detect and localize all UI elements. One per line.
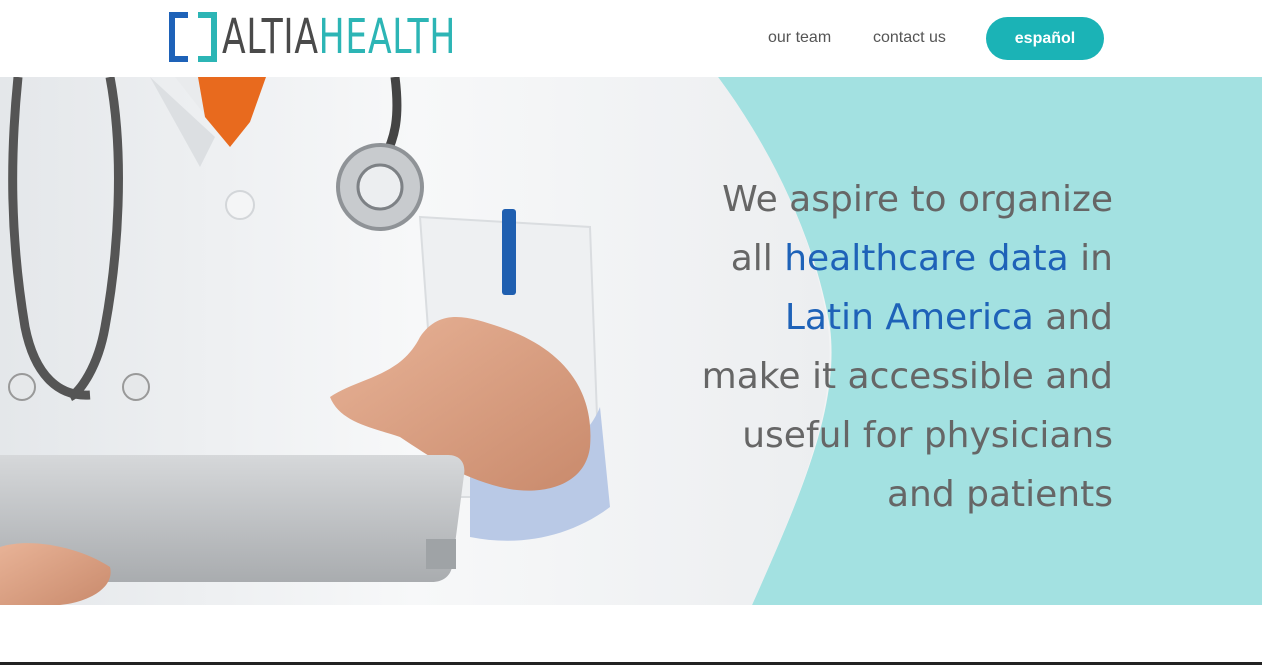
- tagline-line-1: We aspire to organize: [722, 179, 1113, 220]
- tagline-line-2: all healthcare data in: [653, 229, 1113, 288]
- site-header: ALTIAHEALTH our team contact us español: [0, 0, 1262, 77]
- logo-health: HEALTH: [318, 9, 457, 65]
- logo-bracket-icon: [169, 12, 217, 62]
- tagline-line-5: useful for physicians: [742, 415, 1113, 456]
- tagline-text: and: [1033, 297, 1113, 338]
- tagline-line-4: make it accessible and: [701, 356, 1113, 397]
- tagline-highlight-latin-america: Latin America: [784, 297, 1034, 338]
- blue-pen: [502, 209, 516, 295]
- nav-contact-us-link[interactable]: contact us: [873, 29, 946, 47]
- tagline-line-6: and patients: [886, 474, 1113, 515]
- tagline-highlight-healthcare-data: healthcare data: [784, 238, 1069, 279]
- language-espanol-button[interactable]: español: [986, 17, 1104, 60]
- altiahealth-logo[interactable]: ALTIAHEALTH: [168, 11, 547, 63]
- coat-button: [225, 190, 255, 220]
- logo-wordmark: ALTIAHEALTH: [222, 11, 456, 63]
- tagline-text: all: [730, 238, 785, 279]
- nav-our-team-link[interactable]: our team: [768, 29, 831, 47]
- logo-altia: ALTIA: [222, 9, 319, 65]
- hero-banner: We aspire to organize all healthcare dat…: [0, 77, 1262, 605]
- hero-tagline: We aspire to organize all healthcare dat…: [653, 170, 1113, 524]
- tagline-line-3: Latin America and: [653, 288, 1113, 347]
- tagline-text: in: [1068, 238, 1113, 279]
